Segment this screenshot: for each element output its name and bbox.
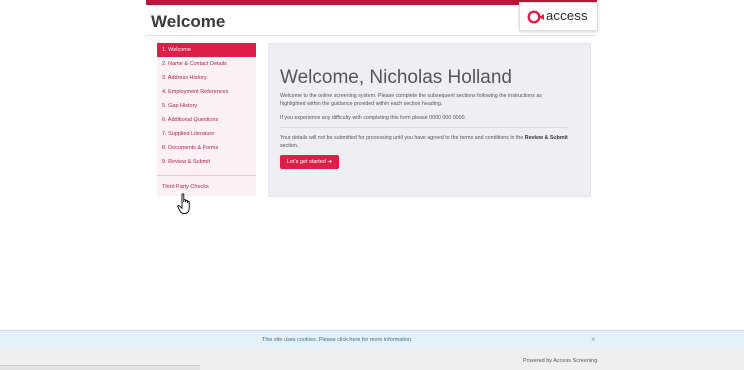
intro-text: Welcome to the online screening system. … [280, 93, 542, 107]
welcome-panel: Welcome, Nicholas Holland Welcome to the… [268, 43, 591, 197]
welcome-heading: Welcome, Nicholas Holland [280, 67, 512, 88]
sidebar-item-review-submit[interactable]: 9. Review & Submit [157, 155, 256, 169]
sidebar-item-name-contact[interactable]: 2. Name & Contact Details [157, 57, 256, 71]
panel-divider [280, 127, 567, 128]
get-started-label: Let's get started [286, 159, 326, 165]
hand-cursor-icon [177, 193, 190, 214]
sidebar-item-supplied-literature[interactable]: 7. Supplied Literature [157, 127, 256, 141]
get-started-button[interactable]: Let's get started ➔ [280, 155, 339, 169]
sidebar-item-employment-references[interactable]: 4. Employment References [157, 85, 256, 99]
sidebar-divider [157, 175, 256, 176]
sidebar-item-address-history[interactable]: 3. Address History [157, 71, 256, 85]
logo-text: access [546, 8, 588, 23]
cookie-notice-link[interactable]: This site uses cookies. Please click her… [262, 337, 413, 343]
terms-suffix: section. [280, 143, 299, 149]
sidebar-item-gap-history[interactable]: 5. Gap History [157, 99, 256, 113]
sidebar-item-additional-questions[interactable]: 6. Additional Questions [157, 113, 256, 127]
close-icon[interactable]: × [591, 335, 596, 344]
page-title: Welcome [151, 12, 226, 31]
review-submit-link-text: Review & Submit [524, 135, 568, 141]
terms-prefix: Your details will not be submitted for p… [280, 135, 524, 141]
sidebar-item-third-party-checks[interactable]: Third Party Checks [162, 184, 209, 190]
arrow-right-icon: ➔ [327, 159, 333, 165]
page-footer: Powered by Access Screening. [0, 349, 744, 370]
access-logo-icon [527, 10, 544, 24]
difficulty-text: If you experience any difficulty with co… [280, 115, 466, 121]
cookie-banner: This site uses cookies. Please click her… [0, 330, 744, 349]
access-logo[interactable]: access [519, 2, 598, 31]
terms-text: Your details will not be submitted for p… [280, 134, 570, 150]
sidebar-item-documents-forms[interactable]: 8. Documents & Forms [157, 141, 256, 155]
sidebar-item-welcome[interactable]: 1. Welcome [157, 43, 256, 57]
page-header: Welcome access [146, 2, 598, 36]
browser-status-bar [0, 365, 200, 370]
powered-by-text: Powered by Access Screening. [523, 358, 599, 364]
sidebar-nav: 1. Welcome 2. Name & Contact Details 3. … [157, 43, 256, 196]
